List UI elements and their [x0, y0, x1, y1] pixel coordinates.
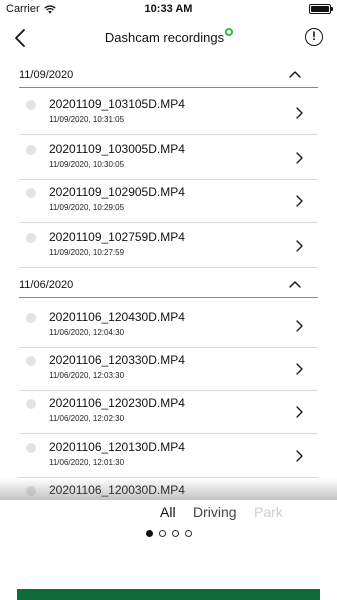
- page-title-wrap: Dashcam recordings: [0, 28, 337, 45]
- selection-dot-icon[interactable]: [26, 100, 36, 110]
- recording-row[interactable]: 20201106_120330D.MP4 11/06/2020, 12:03:3…: [19, 348, 318, 391]
- info-icon[interactable]: !: [305, 28, 323, 46]
- recording-row[interactable]: 20201106_120130D.MP4 11/06/2020, 12:01:3…: [19, 435, 318, 478]
- recording-filename: 20201106_120230D.MP4: [49, 396, 185, 410]
- selection-dot-icon[interactable]: [26, 399, 36, 409]
- recording-timestamp: 11/09/2020, 10:30:05: [49, 160, 125, 169]
- recording-timestamp: 11/09/2020, 10:31:05: [49, 115, 125, 124]
- recording-timestamp: 11/09/2020, 10:29:05: [49, 203, 125, 212]
- bottom-action-bar[interactable]: [17, 589, 320, 600]
- recording-filename: 20201106_120330D.MP4: [49, 353, 185, 367]
- recording-row[interactable]: 20201106_120430D.MP4 11/06/2020, 12:04:3…: [19, 305, 318, 348]
- chevron-right-icon: [296, 450, 303, 462]
- recording-row[interactable]: 20201106_120030D.MP4: [19, 478, 318, 500]
- chevron-right-icon: [296, 152, 303, 164]
- recording-filename: 20201109_103005D.MP4: [49, 142, 185, 156]
- page-dot[interactable]: [146, 530, 153, 537]
- recording-filename: 20201109_102905D.MP4: [49, 185, 185, 199]
- recording-filename: 20201109_102759D.MP4: [49, 230, 185, 244]
- chevron-right-icon: [296, 320, 303, 332]
- page-dot[interactable]: [159, 530, 166, 537]
- selection-dot-icon[interactable]: [26, 443, 36, 453]
- status-time: 10:33 AM: [144, 3, 193, 15]
- recording-filename: 20201106_120130D.MP4: [49, 440, 185, 454]
- status-bar: Carrier 10:33 AM: [0, 0, 337, 20]
- recording-filename: 20201106_120430D.MP4: [49, 310, 185, 324]
- recording-timestamp: 11/09/2020, 10:27:59: [49, 248, 125, 257]
- chevron-right-icon: [296, 107, 303, 119]
- page-title: Dashcam recordings: [104, 30, 225, 45]
- battery-icon: [309, 4, 333, 14]
- collapse-chevron-up-icon[interactable]: [287, 66, 303, 82]
- recording-row[interactable]: 20201109_103005D.MP4 11/09/2020, 10:30:0…: [19, 137, 318, 180]
- selection-dot-icon[interactable]: [26, 233, 36, 243]
- section-date: 11/06/2020: [19, 279, 74, 291]
- recording-row[interactable]: 20201106_120230D.MP4 11/06/2020, 12:02:3…: [19, 391, 318, 434]
- tab-all[interactable]: All: [160, 504, 176, 520]
- recording-row[interactable]: 20201109_102759D.MP4 11/09/2020, 10:27:5…: [19, 225, 318, 268]
- recording-row[interactable]: 20201109_103105D.MP4 11/09/2020, 10:31:0…: [19, 92, 318, 135]
- selection-dot-icon[interactable]: [26, 188, 36, 198]
- selection-dot-icon[interactable]: [26, 486, 36, 496]
- recording-timestamp: 11/06/2020, 12:01:30: [49, 458, 125, 467]
- recording-filename: 20201109_103105D.MP4: [49, 97, 185, 111]
- section-header: 11/06/2020: [0, 272, 337, 298]
- tab-park[interactable]: Park: [254, 504, 283, 520]
- page-dot[interactable]: [172, 530, 179, 537]
- selection-dot-icon[interactable]: [26, 145, 36, 155]
- recording-row[interactable]: 20201109_102905D.MP4 11/09/2020, 10:29:0…: [19, 180, 318, 223]
- recording-timestamp: 11/06/2020, 12:02:30: [49, 414, 125, 423]
- recording-timestamp: 11/06/2020, 12:04:30: [49, 328, 125, 337]
- selection-dot-icon[interactable]: [26, 356, 36, 366]
- recording-filename: 20201106_120030D.MP4: [49, 483, 185, 497]
- tab-driving[interactable]: Driving: [193, 504, 237, 520]
- recording-timestamp: 11/06/2020, 12:03:30: [49, 371, 125, 380]
- section-divider: [19, 297, 318, 298]
- nav-bar: Dashcam recordings !: [0, 20, 337, 58]
- page-dot[interactable]: [185, 530, 192, 537]
- filter-tabs: All Driving Park: [0, 500, 337, 526]
- section-date: 11/09/2020: [19, 69, 74, 81]
- collapse-chevron-up-icon[interactable]: [287, 276, 303, 292]
- chevron-right-icon: [296, 363, 303, 375]
- chevron-right-icon: [296, 195, 303, 207]
- page-indicator: [0, 528, 337, 540]
- chevron-right-icon: [296, 406, 303, 418]
- section-divider: [19, 87, 318, 88]
- selection-dot-icon[interactable]: [26, 313, 36, 323]
- chevron-right-icon: [296, 240, 303, 252]
- section-header: 11/09/2020: [0, 62, 337, 88]
- connection-status-icon: [225, 28, 234, 36]
